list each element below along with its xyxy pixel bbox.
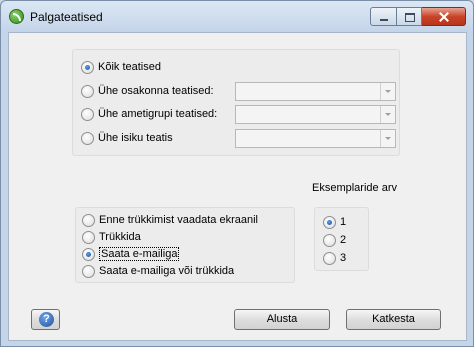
dialog-body: Kõik teatised Ühe osakonna teatised: Ühe… — [8, 32, 467, 341]
output-group: Enne trükkimist vaadata ekraanil Trükkid… — [75, 207, 295, 283]
scope-all-radio[interactable] — [81, 60, 94, 74]
output-option-print[interactable]: Trükkida — [82, 229, 141, 245]
output-email-label: Saata e-mailiga — [99, 247, 180, 261]
output-email-radio[interactable] — [82, 247, 95, 261]
copies-2-label: 2 — [340, 234, 347, 246]
copies-2-radio[interactable] — [323, 233, 336, 247]
copies-option-3[interactable]: 3 — [323, 250, 346, 266]
scope-person-label: Ühe isiku teatis — [98, 132, 173, 144]
minimize-button[interactable] — [370, 7, 397, 26]
title-bar[interactable]: Palgateatised — [1, 1, 473, 32]
scope-option-department[interactable]: Ühe osakonna teatised: — [81, 83, 214, 99]
output-email-or-print-radio[interactable] — [82, 264, 95, 278]
app-icon — [9, 9, 24, 24]
output-option-email[interactable]: Saata e-mailiga — [82, 246, 180, 262]
output-print-radio[interactable] — [82, 230, 95, 244]
scope-department-radio[interactable] — [81, 84, 94, 98]
scope-option-all[interactable]: Kõik teatised — [81, 59, 161, 75]
department-select[interactable] — [235, 82, 396, 101]
output-preview-label: Enne trükkimist vaadata ekraanil — [99, 214, 258, 226]
copies-3-label: 3 — [340, 252, 347, 264]
copies-1-radio[interactable] — [323, 215, 336, 229]
help-button[interactable]: ? — [31, 309, 60, 330]
copies-option-2[interactable]: 2 — [323, 232, 346, 248]
output-option-preview[interactable]: Enne trükkimist vaadata ekraanil — [82, 212, 258, 228]
scope-group: Kõik teatised Ühe osakonna teatised: Ühe… — [72, 49, 400, 156]
scope-option-person[interactable]: Ühe isiku teatis — [81, 130, 173, 146]
copies-option-1[interactable]: 1 — [323, 214, 346, 230]
output-email-or-print-label: Saata e-mailiga või trükkida — [99, 265, 235, 277]
dialog-window: Palgateatised Kõik teatised Ühe osakonna… — [0, 0, 474, 347]
jobgroup-select[interactable] — [235, 105, 396, 124]
help-icon: ? — [39, 312, 54, 327]
copies-1-label: 1 — [340, 216, 347, 228]
department-dropdown-arrow-icon[interactable] — [380, 83, 395, 100]
maximize-button[interactable] — [397, 7, 422, 26]
scope-all-label: Kõik teatised — [98, 61, 161, 73]
close-button[interactable] — [422, 7, 466, 26]
scope-option-jobgroup[interactable]: Ühe ametigrupi teatised: — [81, 106, 217, 122]
cancel-button[interactable]: Katkesta — [346, 309, 441, 330]
output-option-email-or-print[interactable]: Saata e-mailiga või trükkida — [82, 263, 234, 279]
scope-jobgroup-label: Ühe ametigrupi teatised: — [98, 108, 218, 120]
start-button[interactable]: Alusta — [234, 309, 330, 330]
scope-person-radio[interactable] — [81, 131, 94, 145]
jobgroup-dropdown-arrow-icon[interactable] — [380, 106, 395, 123]
person-select[interactable] — [235, 129, 396, 148]
person-dropdown-arrow-icon[interactable] — [380, 130, 395, 147]
window-controls — [370, 7, 466, 26]
copies-heading: Eksemplaride arv — [312, 182, 397, 194]
window-title: Palgateatised — [30, 10, 103, 24]
copies-group: 1 2 3 — [314, 207, 369, 271]
output-preview-radio[interactable] — [82, 213, 95, 227]
scope-department-label: Ühe osakonna teatised: — [98, 85, 214, 97]
copies-3-radio[interactable] — [323, 251, 336, 265]
scope-jobgroup-radio[interactable] — [81, 107, 94, 121]
output-print-label: Trükkida — [99, 231, 141, 243]
